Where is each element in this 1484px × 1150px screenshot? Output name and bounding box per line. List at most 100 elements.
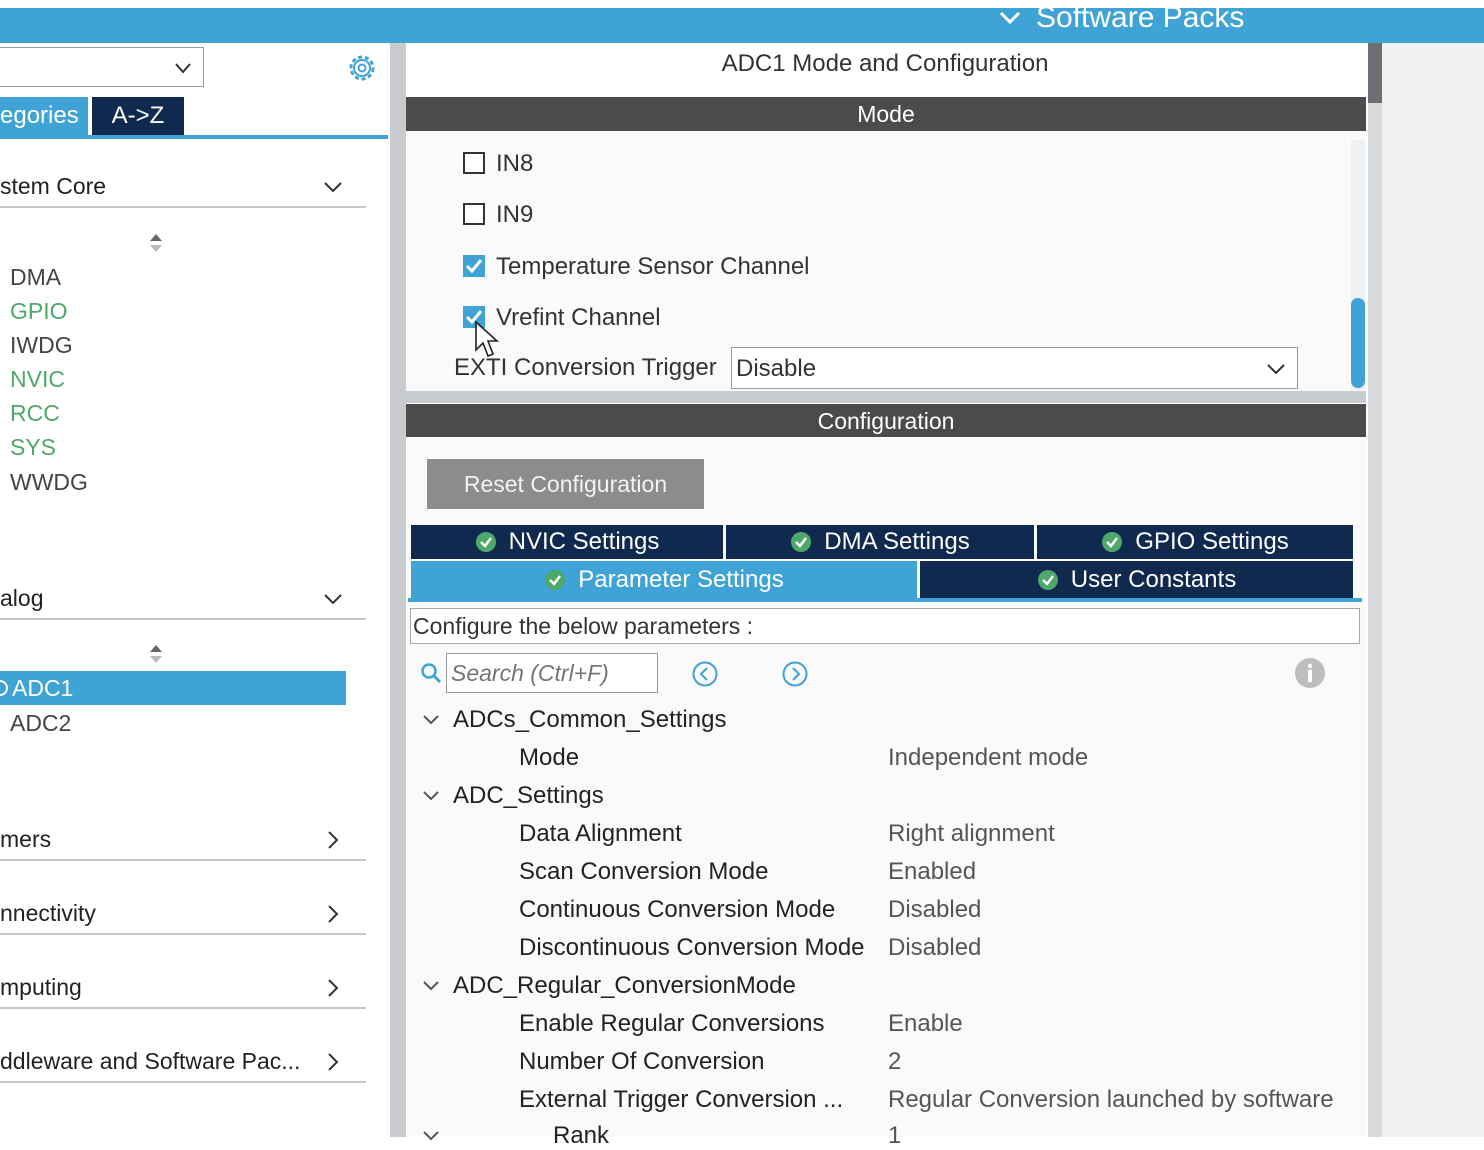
param-value[interactable]: Independent mode	[888, 744, 1088, 772]
peripheral-dma[interactable]: DMA	[10, 260, 61, 294]
peripheral-iwdg[interactable]: IWDG	[10, 328, 73, 362]
mode-scrollbar-thumb[interactable]	[1351, 298, 1365, 388]
param-name: Mode	[519, 744, 580, 771]
param-value[interactable]: Enable	[888, 1010, 963, 1038]
chevron-right-icon	[328, 831, 339, 849]
param-value[interactable]: 1	[888, 1122, 901, 1150]
checkbox-label: Temperature Sensor Channel	[496, 253, 810, 280]
category-computing[interactable]: mputing	[0, 967, 366, 1009]
category-combo[interactable]	[0, 47, 204, 87]
param-name: External Trigger Conversion ...	[519, 1086, 844, 1113]
page-title: ADC1 Mode and Configuration	[721, 50, 1049, 77]
previous-arrow-icon[interactable]	[691, 660, 719, 688]
tab-label: DMA Settings	[824, 528, 970, 555]
param-name: Continuous Conversion Mode	[519, 896, 836, 923]
category-label: nnectivity	[0, 900, 96, 926]
peripheral-gpio[interactable]: GPIO	[10, 294, 68, 328]
chevron-down-icon[interactable]	[421, 976, 441, 996]
category-label: ddleware and Software Pac...	[0, 1048, 301, 1074]
peripheral-nvic[interactable]: NVIC	[10, 362, 65, 396]
category-label: mputing	[0, 974, 82, 1000]
peripheral-rcc[interactable]: RCC	[10, 396, 60, 430]
param-name: Number Of Conversion	[519, 1048, 765, 1075]
tab-categories[interactable]: egories	[0, 97, 88, 135]
param-name: Enable Regular Conversions	[519, 1010, 825, 1037]
param-value[interactable]: Enabled	[888, 858, 976, 886]
param-name: Discontinuous Conversion Mode	[519, 934, 865, 961]
tab-nvic-settings[interactable]: NVIC Settings	[411, 525, 723, 559]
info-icon[interactable]	[1294, 657, 1326, 689]
tab-parameter-settings[interactable]: Parameter Settings	[411, 561, 917, 598]
search-icon	[421, 663, 442, 684]
chevron-down-icon	[324, 594, 342, 605]
param-value[interactable]: Disabled	[888, 896, 981, 924]
section-divider	[406, 391, 1366, 403]
tab-user-constants[interactable]: User Constants	[920, 561, 1353, 598]
right-scrollbar-button[interactable]	[1368, 43, 1382, 103]
param-name: Scan Conversion Mode	[519, 858, 769, 885]
software-packs-label: Software Packs	[1036, 1, 1245, 34]
exti-trigger-select[interactable]: Disable	[731, 347, 1298, 389]
category-timers[interactable]: mers	[0, 819, 366, 861]
category-label: alog	[0, 585, 44, 611]
check-circle-icon	[791, 532, 812, 552]
chevron-right-icon	[328, 1053, 339, 1071]
chevron-down-icon	[999, 11, 1021, 25]
sort-arrows-icon[interactable]	[148, 643, 164, 665]
param-value[interactable]: Disabled	[888, 934, 981, 962]
peripheral-adc2[interactable]: ADC2	[10, 706, 71, 740]
checkbox-label: IN9	[496, 201, 534, 228]
next-arrow-icon[interactable]	[781, 660, 809, 688]
software-packs-menu[interactable]: Software Packs	[998, 0, 1244, 36]
gear-icon[interactable]	[344, 50, 380, 86]
mouse-cursor-icon	[475, 320, 500, 358]
outer-margin	[1382, 43, 1484, 1137]
tab-label: GPIO Settings	[1135, 528, 1289, 555]
tab-label: Parameter Settings	[578, 565, 784, 593]
top-bar	[0, 0, 1484, 43]
check-circle-icon	[475, 532, 496, 552]
tab-gpio-settings[interactable]: GPIO Settings	[1037, 525, 1353, 559]
configure-note: Configure the below parameters :	[410, 608, 1360, 644]
param-value[interactable]: 2	[888, 1048, 901, 1076]
configuration-header: Configuration	[406, 404, 1366, 438]
chevron-down-icon[interactable]	[421, 786, 441, 806]
param-value[interactable]: Right alignment	[888, 820, 1055, 848]
checkbox-temperature-sensor[interactable]	[463, 255, 485, 277]
peripheral-sys[interactable]: SYS	[10, 430, 56, 464]
check-circle-icon	[545, 569, 566, 590]
check-circle-icon	[1102, 532, 1123, 552]
peripheral-wwdg[interactable]: WWDG	[10, 465, 88, 499]
tabs-underline	[0, 135, 388, 139]
select-value: Disable	[736, 355, 817, 382]
right-scrollbar[interactable]	[1368, 43, 1382, 1137]
chevron-right-icon	[328, 979, 339, 997]
check-circle-icon	[1037, 569, 1058, 590]
category-analog[interactable]: alog	[0, 578, 366, 620]
param-value[interactable]: Regular Conversion launched by software	[888, 1086, 1334, 1114]
category-connectivity[interactable]: nnectivity	[0, 893, 366, 935]
category-middleware[interactable]: ddleware and Software Pac...	[0, 1041, 366, 1083]
check-icon	[465, 259, 483, 274]
peripheral-adc1[interactable]: ADC1	[0, 671, 346, 705]
mode-header: Mode	[406, 97, 1366, 131]
search-input[interactable]	[446, 653, 658, 693]
category-label: mers	[0, 826, 52, 852]
group-adc-settings[interactable]: ADC_Settings	[453, 782, 604, 810]
chevron-down-icon[interactable]	[421, 1126, 441, 1146]
checkbox-in8[interactable]	[463, 152, 485, 174]
param-name: Data Alignment	[519, 820, 682, 847]
tab-dma-settings[interactable]: DMA Settings	[726, 525, 1034, 559]
checkbox-in9[interactable]	[463, 203, 485, 225]
group-adc-regular-conversion-mode[interactable]: ADC_Regular_ConversionMode	[453, 972, 796, 1000]
chevron-right-icon	[328, 905, 339, 923]
chevron-down-icon[interactable]	[421, 710, 441, 730]
reset-configuration-button[interactable]: Reset Configuration	[427, 459, 704, 509]
tab-label: User Constants	[1070, 565, 1237, 593]
sort-arrows-icon[interactable]	[148, 232, 164, 254]
tab-a-to-z[interactable]: A->Z	[92, 97, 184, 135]
category-system-core[interactable]: stem Core	[0, 166, 366, 208]
checkbox-label: Vrefint Channel	[496, 304, 661, 331]
pane-splitter[interactable]	[390, 43, 406, 1137]
group-adcs-common-settings[interactable]: ADCs_Common_Settings	[453, 706, 726, 734]
